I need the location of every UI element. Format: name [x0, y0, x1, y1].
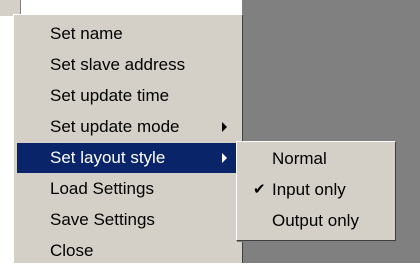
submenu-arrow-icon: [222, 122, 227, 132]
menu-item-label: Set update mode: [50, 117, 180, 136]
menu-item-label: Set update time: [50, 86, 170, 105]
menu-item-set-layout-style[interactable]: Set layout style: [17, 143, 239, 173]
menu-item-label: Save Settings: [50, 210, 155, 229]
menu-item-set-slave-address[interactable]: Set slave address: [17, 50, 239, 80]
menu-item-set-update-mode[interactable]: Set update mode: [17, 112, 239, 142]
layout-style-submenu: Normal ✔ Input only Output only: [236, 141, 396, 241]
submenu-item-label: Output only: [272, 211, 359, 230]
menu-item-label: Set layout style: [50, 148, 166, 167]
menu-item-set-update-time[interactable]: Set update time: [17, 81, 239, 111]
menu-item-save-settings[interactable]: Save Settings: [17, 205, 239, 235]
checkmark-icon: ✔: [253, 181, 266, 198]
submenu-item-label: Input only: [272, 180, 346, 199]
menu-item-close[interactable]: Close: [17, 236, 239, 266]
menu-item-label: Close: [50, 241, 94, 260]
submenu-item-input-only[interactable]: ✔ Input only: [239, 175, 393, 205]
menu-item-label: Set slave address: [50, 55, 186, 74]
submenu-item-output-only[interactable]: Output only: [239, 206, 393, 236]
submenu-item-label: Normal: [272, 149, 327, 168]
menu-item-set-name[interactable]: Set name: [17, 19, 239, 49]
menu-item-load-settings[interactable]: Load Settings: [17, 174, 239, 204]
submenu-arrow-icon: [222, 153, 227, 163]
menu-item-label: Load Settings: [50, 179, 154, 198]
menu-item-label: Set name: [50, 24, 123, 43]
submenu-item-normal[interactable]: Normal: [239, 144, 393, 174]
context-menu: Set name Set slave address Set update ti…: [13, 14, 243, 263]
